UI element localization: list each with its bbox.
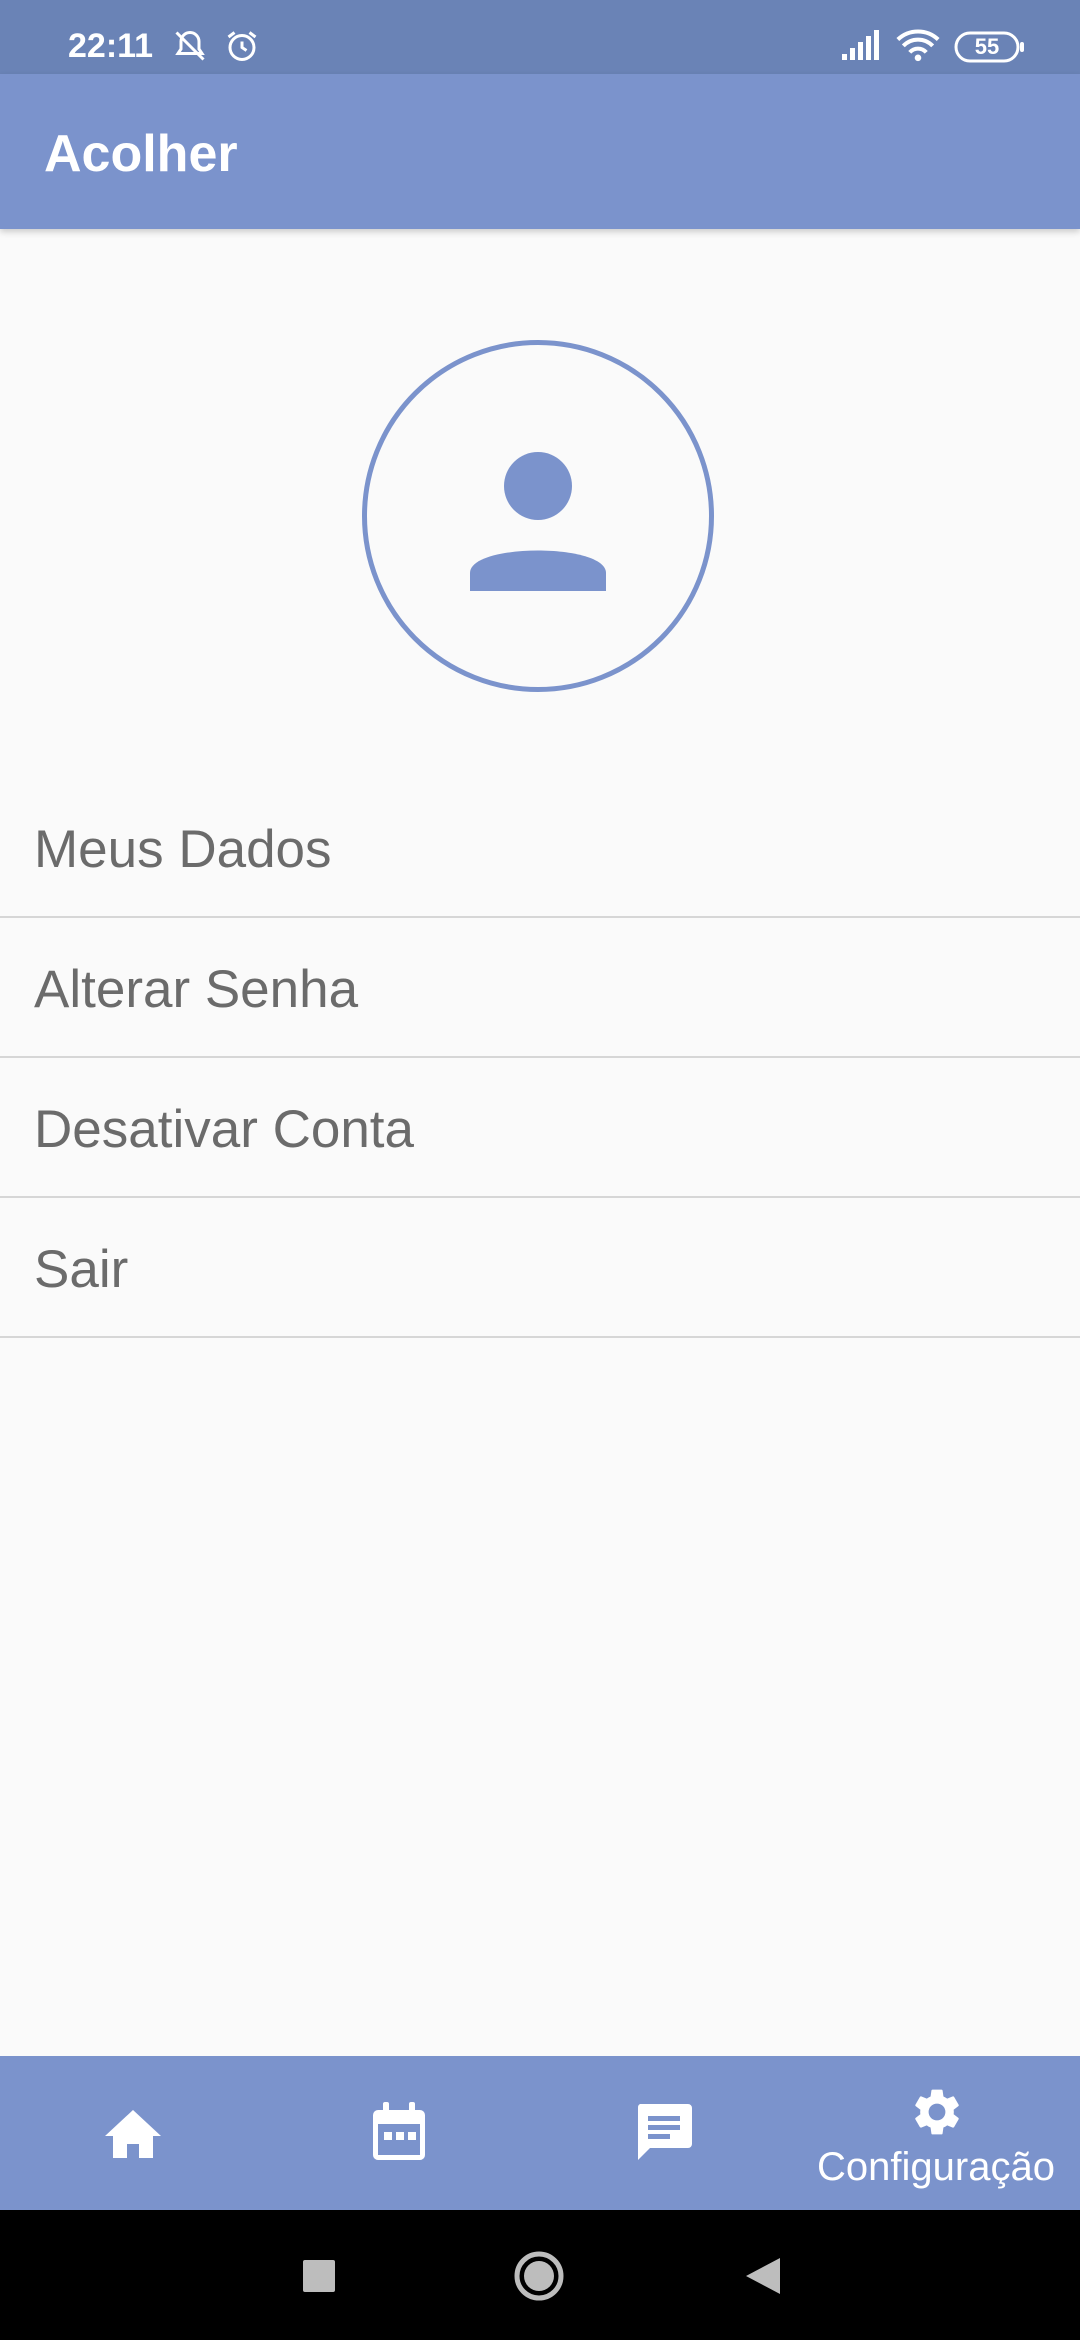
system-navigation-bar xyxy=(0,2210,1080,2340)
wifi-icon xyxy=(896,28,940,67)
menu-item-label: Meus Dados xyxy=(34,820,332,879)
battery-level: 55 xyxy=(974,34,1000,59)
profile-avatar[interactable] xyxy=(362,340,714,692)
alarm-icon xyxy=(224,28,260,69)
status-time: 22:11 xyxy=(68,27,154,65)
gear-icon xyxy=(915,2089,959,2135)
bottom-navigation: Configuração xyxy=(0,2056,1080,2210)
nav-messages[interactable] xyxy=(540,2056,810,2210)
nav-home[interactable] xyxy=(0,2056,270,2210)
message-icon xyxy=(637,2104,692,2160)
battery-icon: 55 xyxy=(954,30,1026,69)
back-triangle-icon[interactable] xyxy=(744,2256,782,2296)
app-bar: Acolher xyxy=(0,74,1080,229)
menu-item-label: Alterar Senha xyxy=(34,960,359,1019)
settings-menu: Meus Dados Alterar Senha Desativar Conta… xyxy=(0,778,1080,1338)
nav-label-configuracao: Configuração xyxy=(817,2145,1055,2189)
person-icon xyxy=(470,452,606,591)
recents-square-icon[interactable] xyxy=(302,2259,336,2293)
menu-item-label: Sair xyxy=(34,1240,129,1299)
menu-item-alterar-senha[interactable]: Alterar Senha xyxy=(0,918,1080,1058)
status-bar: 22:11 55 xyxy=(0,0,1080,74)
signal-icon xyxy=(840,28,882,67)
home-icon xyxy=(105,2110,161,2158)
menu-item-sair[interactable]: Sair xyxy=(0,1198,1080,1338)
calendar-icon xyxy=(373,2102,425,2160)
nav-configuracao[interactable]: Configuração xyxy=(801,2056,1071,2210)
bell-off-icon xyxy=(172,28,208,69)
menu-item-meus-dados[interactable]: Meus Dados xyxy=(0,778,1080,918)
app-title: Acolher xyxy=(44,125,238,183)
nav-calendar[interactable] xyxy=(270,2056,540,2210)
home-circle-icon[interactable] xyxy=(513,2250,565,2302)
menu-item-label: Desativar Conta xyxy=(34,1100,415,1159)
menu-item-desativar-conta[interactable]: Desativar Conta xyxy=(0,1058,1080,1198)
